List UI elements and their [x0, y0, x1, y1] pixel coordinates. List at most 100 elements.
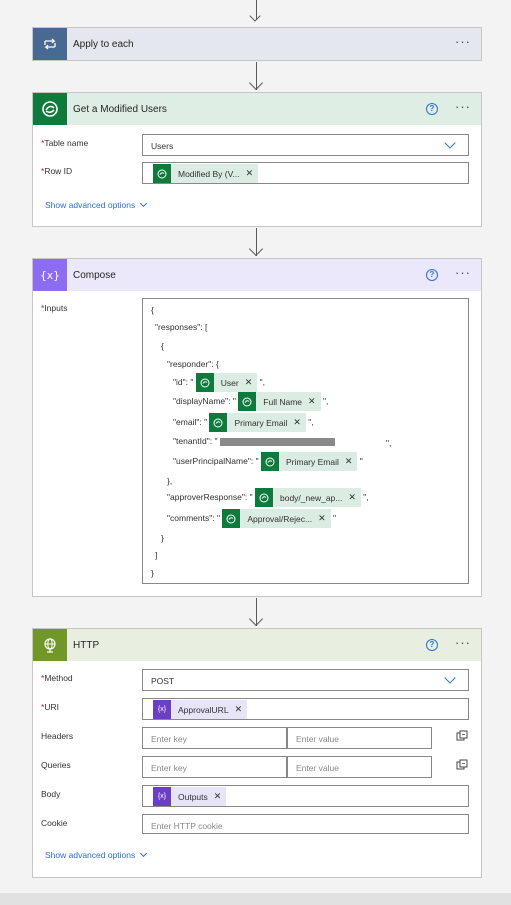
redacted-block	[219, 437, 335, 446]
method-select[interactable]: POST	[142, 669, 469, 691]
loop-icon	[33, 28, 67, 60]
globe-icon	[33, 629, 67, 661]
dataverse-icon	[260, 452, 279, 471]
primary-email-token[interactable]: Primary Email ✕	[260, 452, 358, 471]
variable-icon: {x}	[153, 787, 171, 806]
more-icon[interactable]: ···	[455, 636, 471, 649]
bottom-bar	[0, 893, 511, 905]
code-line: "responder": {	[167, 359, 219, 369]
placeholder: Enter HTTP cookie	[151, 821, 223, 831]
code-line: {	[161, 341, 164, 351]
queries-key-input[interactable]: Enter key	[142, 756, 287, 778]
full-name-token[interactable]: Full Name ✕	[238, 392, 321, 411]
close-icon[interactable]: ✕	[214, 791, 222, 802]
dataverse-icon	[195, 373, 214, 392]
code-line: ",	[386, 438, 392, 448]
apply-to-each-card[interactable]: Apply to each ···	[32, 27, 482, 61]
code-line: "email": " Primary Email ✕ ",	[173, 413, 314, 432]
chevron-down-icon	[444, 672, 456, 684]
compose-card[interactable]: {x} Compose ? ··· *Inputs { "responses":…	[32, 258, 482, 597]
more-icon[interactable]: ···	[455, 266, 471, 279]
more-icon[interactable]: ···	[455, 100, 471, 113]
help-icon[interactable]: ?	[426, 639, 438, 651]
http-card[interactable]: HTTP ? ··· *Method POST *URI {x} Approva…	[32, 628, 482, 878]
uri-field[interactable]: {x} ApprovalURL ✕	[142, 698, 469, 720]
compose-title: Compose	[73, 269, 116, 281]
table-name-label: *Table name	[41, 138, 89, 148]
cookie-input[interactable]: Enter HTTP cookie	[142, 814, 469, 834]
get-modified-users-card[interactable]: Get a Modified Users ? ··· *Table name U…	[32, 92, 482, 227]
close-icon[interactable]: ✕	[345, 456, 353, 467]
code-line: {	[151, 305, 154, 315]
apply-to-each-title: Apply to each	[73, 38, 134, 50]
headers-value-input[interactable]: Enter value	[287, 727, 432, 749]
comments-token[interactable]: Approval/Rejec... ✕	[222, 509, 331, 528]
inputs-label: *Inputs	[41, 303, 68, 313]
code-line: "comments": " Approval/Rejec... ✕ "	[167, 509, 336, 528]
body-field[interactable]: {x} Outputs ✕	[142, 785, 469, 807]
compose-icon: {x}	[33, 259, 67, 291]
close-icon[interactable]: ✕	[308, 396, 316, 407]
code-line: }	[161, 533, 164, 543]
dataverse-icon	[254, 488, 273, 507]
user-token[interactable]: User ✕	[195, 373, 258, 392]
close-icon[interactable]: ✕	[235, 704, 243, 715]
get-modified-users-title: Get a Modified Users	[73, 103, 167, 115]
placeholder: Enter value	[296, 763, 339, 773]
help-icon[interactable]: ?	[426, 103, 438, 115]
row-id-field[interactable]: Modified By (V... ✕	[142, 162, 469, 184]
more-icon[interactable]: ···	[455, 35, 471, 48]
arrow-head-3	[248, 611, 264, 627]
chevron-down-icon	[140, 849, 148, 858]
show-advanced-options-link[interactable]: Show advanced options	[45, 849, 148, 860]
chevron-down-icon	[444, 137, 456, 149]
dataverse-icon	[153, 164, 171, 183]
code-line: },	[167, 476, 173, 486]
arrow-head-top	[249, 10, 261, 22]
code-line: "tenantId": "	[173, 436, 335, 446]
placeholder: Enter value	[296, 734, 339, 744]
chevron-down-icon	[140, 199, 148, 208]
approval-url-token[interactable]: {x} ApprovalURL ✕	[153, 700, 248, 719]
dataverse-icon	[33, 93, 67, 125]
method-label: *Method	[41, 673, 73, 683]
cookie-label: Cookie	[41, 818, 68, 828]
close-icon[interactable]: ✕	[293, 417, 301, 428]
copy-icon[interactable]	[456, 730, 468, 742]
placeholder: Enter key	[151, 734, 187, 744]
approver-response-token[interactable]: body/_new_ap... ✕	[254, 488, 361, 507]
arrow-head-1	[248, 75, 264, 91]
copy-icon[interactable]	[456, 759, 468, 771]
modified-by-token[interactable]: Modified By (V... ✕	[153, 164, 259, 183]
inputs-editor[interactable]: { "responses": [ { "responder": { "id": …	[142, 298, 469, 584]
method-value: POST	[151, 676, 175, 686]
placeholder: Enter key	[151, 763, 187, 773]
arrow-head-2	[248, 241, 264, 257]
close-icon[interactable]: ✕	[318, 513, 326, 524]
help-icon[interactable]: ?	[426, 269, 438, 281]
code-line: "userPrincipalName": " Primary Email ✕ "	[173, 452, 363, 471]
uri-label: *URI	[41, 702, 59, 712]
queries-value-input[interactable]: Enter value	[287, 756, 432, 778]
primary-email-token[interactable]: Primary Email ✕	[209, 413, 306, 432]
close-icon[interactable]: ✕	[348, 492, 356, 503]
headers-key-input[interactable]: Enter key	[142, 727, 287, 749]
body-label: Body	[41, 789, 61, 799]
table-name-select[interactable]: Users	[142, 134, 469, 156]
dataverse-icon	[222, 509, 241, 528]
code-line: "responses": [	[155, 322, 208, 332]
row-id-label: *Row ID	[41, 166, 73, 176]
dataverse-icon	[209, 413, 228, 432]
table-name-value: Users	[151, 141, 174, 151]
close-icon[interactable]: ✕	[245, 377, 253, 388]
show-advanced-options-link[interactable]: Show advanced options	[45, 199, 148, 210]
code-line: ]	[155, 550, 158, 560]
http-title: HTTP	[73, 639, 100, 651]
code-line: "id": " User ✕ ",	[173, 373, 265, 392]
queries-label: Queries	[41, 760, 71, 770]
token-label: Modified By (V...	[178, 168, 240, 179]
close-icon[interactable]: ✕	[246, 168, 254, 179]
code-line: "approverResponse": " body/_new_ap... ✕ "…	[167, 488, 369, 507]
code-line: "displayName": " Full Name ✕ ",	[173, 392, 328, 411]
outputs-token[interactable]: {x} Outputs ✕	[153, 787, 227, 806]
